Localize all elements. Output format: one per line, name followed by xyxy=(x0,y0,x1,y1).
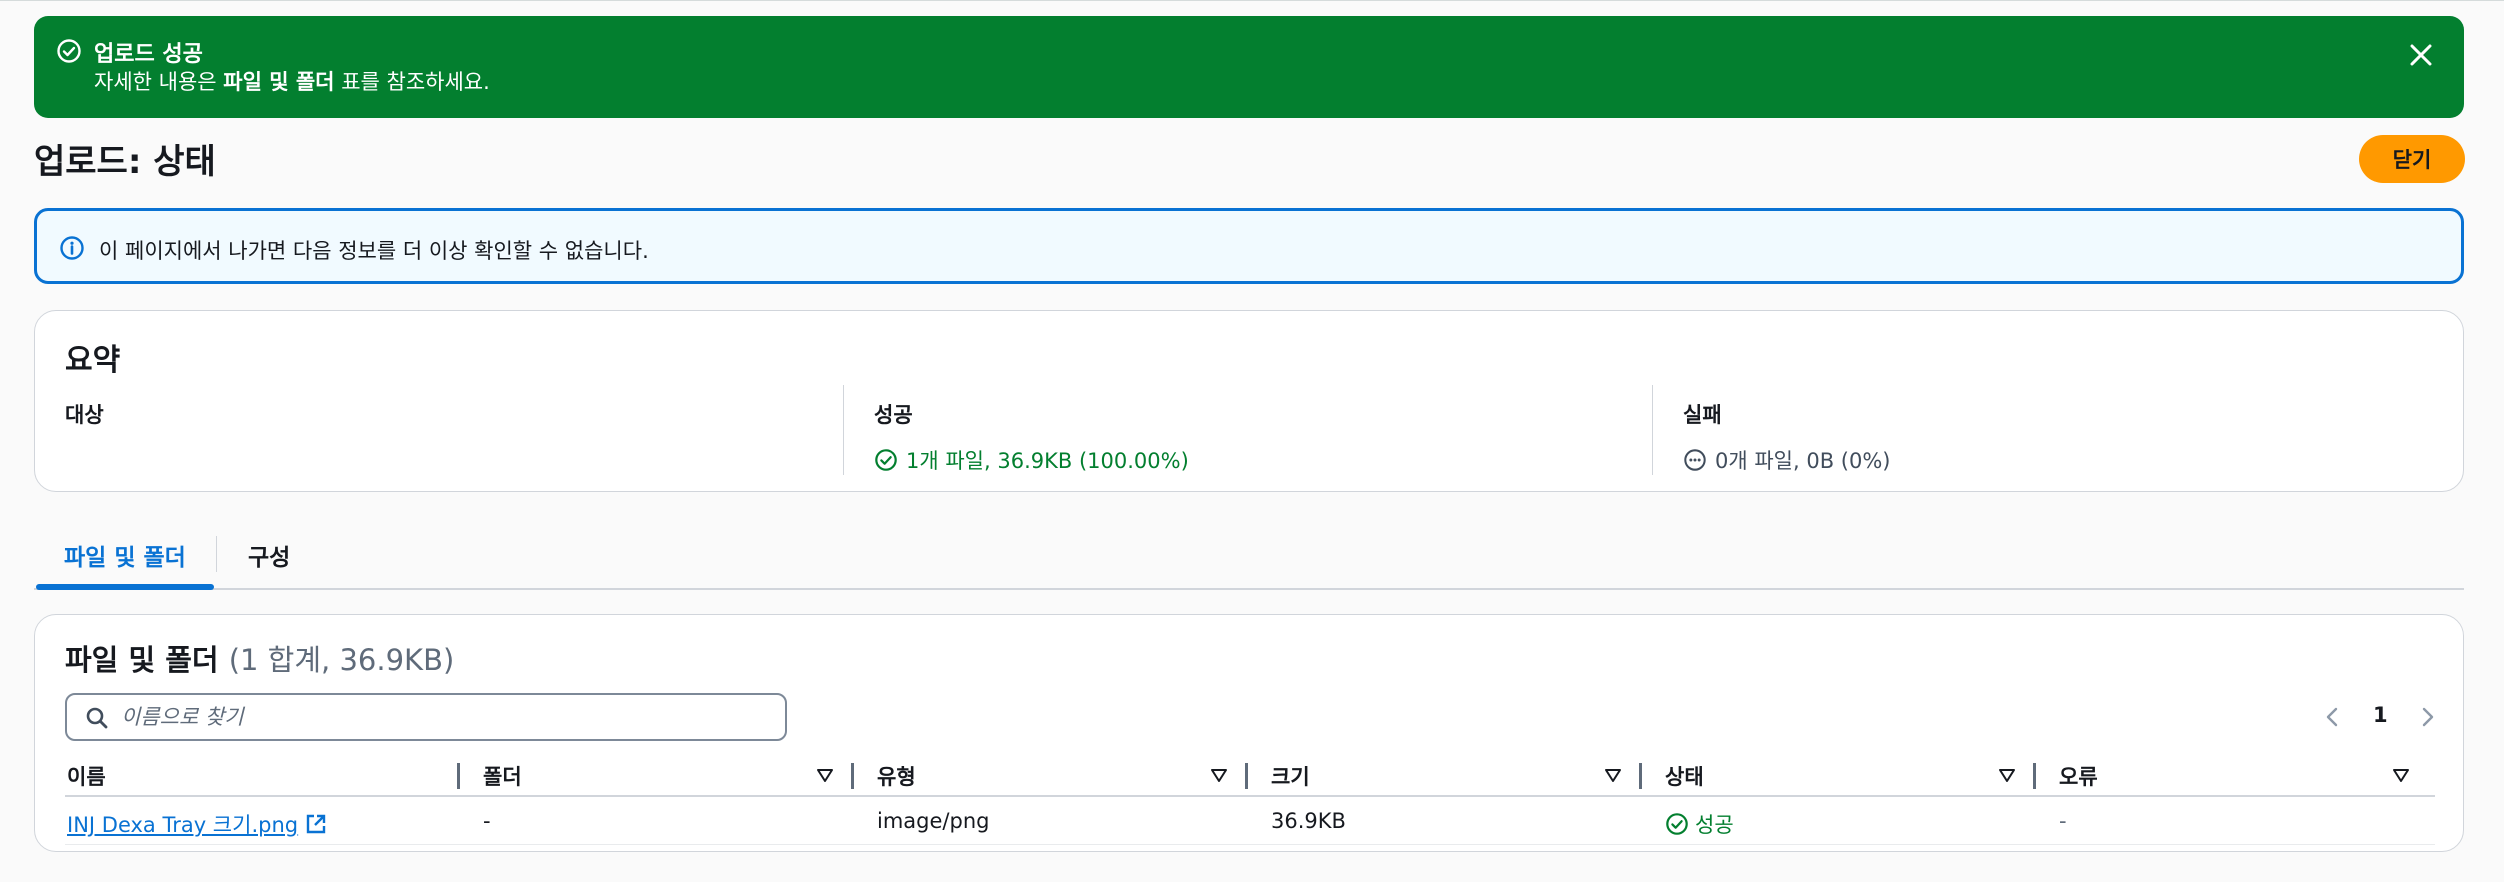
files-card: 파일 및 폴더 (1 합계, 36.9KB) 1 이름 폴더 유형 크기 xyxy=(34,614,2464,852)
summary-success-text: 1개 파일, 36.9KB (100.00%) xyxy=(906,449,1189,473)
search-input[interactable] xyxy=(121,701,761,733)
flash-close-button[interactable] xyxy=(2402,36,2440,74)
files-title-text: 파일 및 폴더 xyxy=(65,643,219,677)
flash-title: 업로드 성공 xyxy=(94,42,203,67)
tab-divider xyxy=(216,536,217,572)
success-icon xyxy=(875,449,897,471)
sort-down-icon[interactable] xyxy=(815,765,835,785)
more-circle-icon xyxy=(1684,449,1706,471)
column-resizer[interactable] xyxy=(457,763,460,789)
tab-files-and-folders[interactable]: 파일 및 폴더 xyxy=(64,538,186,572)
chevron-left-icon[interactable] xyxy=(2321,705,2345,729)
summary-card: 요약 대상 성공 1개 파일, 36.9KB (100.00%) 실패 0개 파… xyxy=(34,310,2464,492)
column-header-name[interactable]: 이름 xyxy=(67,761,106,791)
column-header-folder[interactable]: 폴더 xyxy=(483,761,522,791)
files-count: (1 합계, 36.9KB) xyxy=(228,643,455,677)
page-title: 업로드: 상태 xyxy=(34,142,216,182)
status-text: 성공 xyxy=(1695,813,1734,837)
sort-down-icon[interactable] xyxy=(1997,765,2017,785)
column-resizer[interactable] xyxy=(2033,763,2036,789)
column-resizer[interactable] xyxy=(851,763,854,789)
info-icon xyxy=(59,235,85,261)
search-icon xyxy=(85,706,109,730)
pagination: 1 xyxy=(2321,701,2441,735)
column-header-error[interactable]: 오류 xyxy=(2059,761,2098,791)
sort-down-icon[interactable] xyxy=(2391,765,2411,785)
folder-cell: - xyxy=(483,809,491,833)
column-header-status[interactable]: 상태 xyxy=(1665,761,1704,791)
summary-target-label: 대상 xyxy=(65,403,104,427)
flash-message-suffix: 표를 참조하세요. xyxy=(334,70,490,94)
summary-success-label: 성공 xyxy=(874,403,913,427)
size-cell: 36.9KB xyxy=(1271,809,1346,833)
page-number[interactable]: 1 xyxy=(2373,703,2388,727)
table-row: INJ Dexa Tray 크기.png - image/png 36.9KB … xyxy=(65,797,2435,845)
check-circle-icon xyxy=(56,38,82,64)
summary-success: 성공 1개 파일, 36.9KB (100.00%) xyxy=(843,385,1623,475)
file-name-cell: INJ Dexa Tray 크기.png xyxy=(67,809,327,839)
tab-configuration[interactable]: 구성 xyxy=(248,538,290,572)
external-link-icon[interactable] xyxy=(305,813,327,835)
column-resizer[interactable] xyxy=(1245,763,1248,789)
summary-failure-value: 0개 파일, 0B (0%) xyxy=(1683,445,2432,475)
table-header: 이름 폴더 유형 크기 상태 오류 xyxy=(65,755,2435,797)
summary-failure-text: 0개 파일, 0B (0%) xyxy=(1715,449,1891,473)
file-name-link[interactable]: INJ Dexa Tray 크기.png xyxy=(67,813,298,837)
file-name-text: INJ Dexa Tray 크기.png xyxy=(67,813,299,837)
error-cell: - xyxy=(2059,809,2067,833)
sort-down-icon[interactable] xyxy=(1603,765,1623,785)
flash-message-bold: 파일 및 폴더 xyxy=(223,70,335,94)
search-box xyxy=(65,693,787,741)
summary-failure-label: 실패 xyxy=(1683,403,1722,427)
summary-success-value: 1개 파일, 36.9KB (100.00%) xyxy=(874,445,1623,475)
info-text: 이 페이지에서 나가면 다음 정보를 더 이상 확인할 수 없습니다. xyxy=(99,239,649,263)
column-header-type[interactable]: 유형 xyxy=(877,761,916,791)
files-title: 파일 및 폴더 (1 합계, 36.9KB) xyxy=(65,637,454,679)
close-button[interactable]: 닫기 xyxy=(2359,135,2465,183)
column-resizer[interactable] xyxy=(1639,763,1642,789)
close-icon xyxy=(2410,44,2432,66)
flash-message: 자세한 내용은 파일 및 폴더 표를 참조하세요. xyxy=(94,66,490,96)
top-border xyxy=(0,0,2504,4)
tab-bar: 파일 및 폴더 구성 xyxy=(34,528,2464,590)
success-icon xyxy=(1666,813,1688,835)
column-header-size[interactable]: 크기 xyxy=(1271,761,1310,791)
sort-down-icon[interactable] xyxy=(1209,765,1229,785)
type-cell: image/png xyxy=(877,809,990,833)
flash-message-prefix: 자세한 내용은 xyxy=(94,70,224,94)
info-alert: 이 페이지에서 나가면 다음 정보를 더 이상 확인할 수 없습니다. xyxy=(34,208,2464,284)
summary-title: 요약 xyxy=(65,343,121,378)
status-cell: 성공 xyxy=(1665,809,1734,839)
summary-failure: 실패 0개 파일, 0B (0%) xyxy=(1652,385,2432,475)
files-table: 이름 폴더 유형 크기 상태 오류 INJ Dexa Tray 크기.png - xyxy=(65,755,2435,845)
chevron-right-icon[interactable] xyxy=(2415,705,2439,729)
upload-success-flash: 업로드 성공 자세한 내용은 파일 및 폴더 표를 참조하세요. xyxy=(34,16,2464,118)
summary-target: 대상 xyxy=(65,385,845,475)
active-tab-indicator xyxy=(36,584,214,590)
